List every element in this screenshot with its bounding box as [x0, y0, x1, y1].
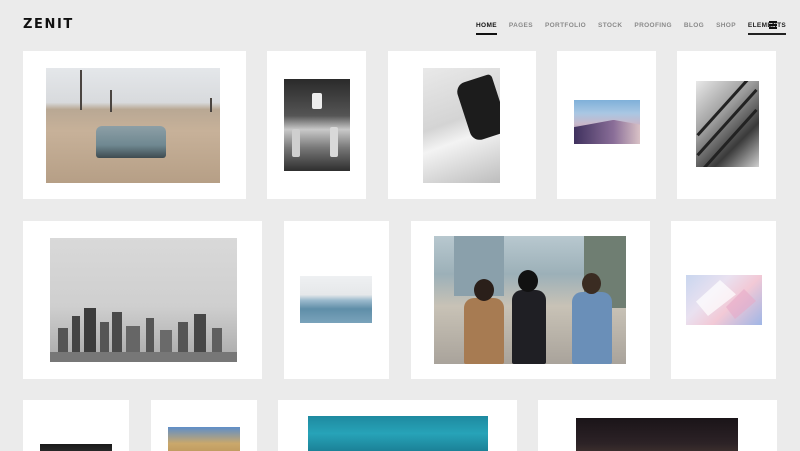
portrait-image — [40, 444, 112, 451]
gallery-item-white-wall[interactable] — [388, 51, 536, 199]
desert-road-image — [46, 68, 220, 183]
street-walkers-image — [434, 236, 626, 364]
nav-shop[interactable]: SHOP — [716, 22, 736, 35]
pool-image — [308, 416, 488, 451]
gallery-item-sea[interactable] — [284, 221, 389, 379]
gallery-item-pastel-geometry[interactable] — [671, 221, 776, 379]
dancers-image — [284, 79, 350, 171]
nav-portfolio[interactable]: PORTFOLIO — [545, 22, 586, 35]
gallery-item-stairs[interactable] — [677, 51, 776, 199]
nav-proofing[interactable]: PROOFING — [634, 22, 671, 35]
pastel-geometry-image — [686, 275, 762, 325]
sea-image — [300, 276, 372, 323]
nav-pages[interactable]: PAGES — [509, 22, 533, 35]
gallery-item-night[interactable] — [538, 400, 777, 451]
gallery-item-pool[interactable] — [278, 400, 517, 451]
white-wall-image — [423, 68, 500, 183]
nav-blog[interactable]: BLOG — [684, 22, 704, 35]
gallery-item-street-walkers[interactable] — [411, 221, 650, 379]
nav-home[interactable]: HOME — [476, 22, 497, 35]
stairs-image — [696, 81, 759, 167]
night-image — [576, 418, 738, 451]
building-image — [168, 427, 240, 451]
site-logo[interactable]: ZENIT — [23, 17, 74, 32]
gallery-item-dancers[interactable] — [267, 51, 366, 199]
hamburger-menu-icon[interactable] — [769, 21, 777, 29]
nav-stock[interactable]: STOCK — [598, 22, 622, 35]
gallery-item-sky-architecture[interactable] — [557, 51, 656, 199]
sky-architecture-image — [574, 100, 640, 144]
gallery-item-desert-road[interactable] — [23, 51, 246, 199]
city-skyline-image — [50, 238, 237, 362]
site-header: ZENIT HOME PAGES PORTFOLIO STOCK PROOFIN… — [0, 0, 800, 50]
gallery-item-city-skyline[interactable] — [23, 221, 262, 379]
gallery-item-building[interactable] — [151, 400, 257, 451]
nav-elements[interactable]: ELEMENTS — [747, 22, 787, 35]
main-navigation: HOME PAGES PORTFOLIO STOCK PROOFING BLOG… — [476, 22, 798, 35]
gallery-item-portrait[interactable] — [23, 400, 129, 451]
